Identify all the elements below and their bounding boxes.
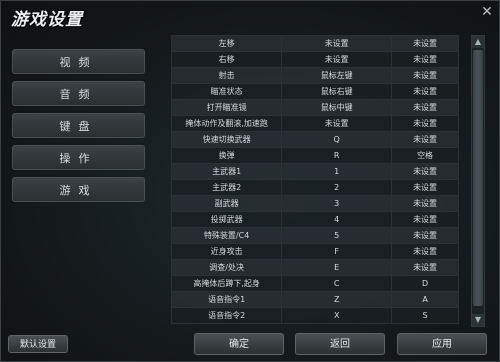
table-row: 投掷武器 4 未设置 xyxy=(171,211,459,228)
secondary-key-cell[interactable]: 未设置 xyxy=(391,163,459,180)
primary-key-cell[interactable]: C xyxy=(281,275,393,292)
secondary-key-cell[interactable]: 未设置 xyxy=(391,211,459,228)
window-title: 游戏设置 xyxy=(11,10,83,30)
primary-key-cell[interactable]: 3 xyxy=(281,195,393,212)
action-cell: 特殊装置/C4 xyxy=(171,227,283,244)
secondary-key-cell[interactable]: 未设置 xyxy=(391,67,459,84)
scrollbar[interactable]: ▲ ▼ xyxy=(471,35,485,327)
table-row: 快速切换武器 Q 未设置 xyxy=(171,131,459,148)
secondary-key-cell[interactable]: 未设置 xyxy=(391,195,459,212)
table-row: 高掩体后蹲下,起身 C D xyxy=(171,275,459,292)
default-settings-button[interactable]: 默认设置 xyxy=(8,335,68,353)
table-row: 语音指令1 Z A xyxy=(171,291,459,308)
secondary-key-cell[interactable]: A xyxy=(391,291,459,308)
primary-key-cell[interactable]: F xyxy=(281,243,393,260)
primary-key-cell[interactable]: E xyxy=(281,259,393,276)
primary-key-cell[interactable]: R xyxy=(281,147,393,164)
secondary-key-cell[interactable]: 空格 xyxy=(391,147,459,164)
sidebar-item-audio[interactable]: 音频 xyxy=(12,81,145,106)
secondary-key-cell[interactable]: 未设置 xyxy=(391,179,459,196)
sidebar-item-keyboard[interactable]: 键盘 xyxy=(12,113,145,138)
scroll-down-arrow-icon[interactable]: ▼ xyxy=(472,314,484,326)
sidebar: 视频 音频 键盘 操作 游戏 xyxy=(12,49,148,209)
action-cell: 快速切换武器 xyxy=(171,131,283,148)
table-row: 瞄准状态 鼠标右键 未设置 xyxy=(171,83,459,100)
apply-button[interactable]: 应用 xyxy=(397,333,487,355)
action-cell: 调查/处决 xyxy=(171,259,283,276)
action-cell: 语音指令2 xyxy=(171,307,283,324)
primary-key-cell[interactable]: Q xyxy=(281,131,393,148)
table-row: 副武器 3 未设置 xyxy=(171,195,459,212)
table-row: 调查/处决 E 未设置 xyxy=(171,259,459,276)
table-row: 右移 未设置 未设置 xyxy=(171,51,459,68)
secondary-key-cell[interactable]: 未设置 xyxy=(391,83,459,100)
back-button[interactable]: 返回 xyxy=(295,333,385,355)
action-cell: 主武器2 xyxy=(171,179,283,196)
action-cell: 副武器 xyxy=(171,195,283,212)
primary-key-cell[interactable]: 鼠标中键 xyxy=(281,99,393,116)
table-row: 左移 未设置 未设置 xyxy=(171,35,459,52)
primary-key-cell[interactable]: 4 xyxy=(281,211,393,228)
action-cell: 投掷武器 xyxy=(171,211,283,228)
keybind-table: 左移 未设置 未设置 右移 未设置 未设置 射击 鼠标左键 未设置 瞄准状态 鼠标右键 未设置 打开瞄准… xyxy=(171,35,459,327)
scroll-thumb[interactable] xyxy=(473,50,483,306)
primary-key-cell[interactable]: 2 xyxy=(281,179,393,196)
action-cell: 近身攻击 xyxy=(171,243,283,260)
secondary-key-cell[interactable]: 未设置 xyxy=(391,259,459,276)
primary-key-cell[interactable]: 鼠标左键 xyxy=(281,67,393,84)
sidebar-item-game[interactable]: 游戏 xyxy=(12,177,145,202)
action-cell: 高掩体后蹲下,起身 xyxy=(171,275,283,292)
table-row: 主武器2 2 未设置 xyxy=(171,179,459,196)
primary-key-cell[interactable]: 未设置 xyxy=(281,35,393,52)
secondary-key-cell[interactable]: 未设置 xyxy=(391,243,459,260)
table-row: 语音指令2 X S xyxy=(171,307,459,324)
action-cell: 左移 xyxy=(171,35,283,52)
secondary-key-cell[interactable]: 未设置 xyxy=(391,35,459,52)
sidebar-item-controls[interactable]: 操作 xyxy=(12,145,145,170)
secondary-key-cell[interactable]: S xyxy=(391,307,459,324)
secondary-key-cell[interactable]: 未设置 xyxy=(391,131,459,148)
primary-key-cell[interactable]: 未设置 xyxy=(281,115,393,132)
action-cell: 右移 xyxy=(171,51,283,68)
settings-window: 游戏设置 ✕ 视频 音频 键盘 操作 游戏 左移 未设置 未设置 右移 未设置 未设置 射击… xyxy=(0,0,500,362)
action-cell: 语音指令1 xyxy=(171,291,283,308)
scroll-up-arrow-icon[interactable]: ▲ xyxy=(472,36,484,48)
close-icon[interactable]: ✕ xyxy=(480,5,494,19)
secondary-key-cell[interactable]: 未设置 xyxy=(391,51,459,68)
table-row: 主武器1 1 未设置 xyxy=(171,163,459,180)
action-cell: 掩体动作及翻滚,加速跑 xyxy=(171,115,283,132)
table-row: 换弹 R 空格 xyxy=(171,147,459,164)
action-cell: 换弹 xyxy=(171,147,283,164)
table-row: 打开瞄准镜 鼠标中键 未设置 xyxy=(171,99,459,116)
action-cell: 瞄准状态 xyxy=(171,83,283,100)
secondary-key-cell[interactable]: 未设置 xyxy=(391,115,459,132)
table-row: 特殊装置/C4 5 未设置 xyxy=(171,227,459,244)
primary-key-cell[interactable]: Z xyxy=(281,291,393,308)
secondary-key-cell[interactable]: D xyxy=(391,275,459,292)
primary-key-cell[interactable]: 5 xyxy=(281,227,393,244)
primary-key-cell[interactable]: 1 xyxy=(281,163,393,180)
sidebar-item-video[interactable]: 视频 xyxy=(12,49,145,74)
action-cell: 射击 xyxy=(171,67,283,84)
table-row: 近身攻击 F 未设置 xyxy=(171,243,459,260)
primary-key-cell[interactable]: X xyxy=(281,307,393,324)
action-cell: 主武器1 xyxy=(171,163,283,180)
ok-button[interactable]: 确定 xyxy=(194,333,284,355)
primary-key-cell[interactable]: 鼠标右键 xyxy=(281,83,393,100)
secondary-key-cell[interactable]: 未设置 xyxy=(391,227,459,244)
table-row: 掩体动作及翻滚,加速跑 未设置 未设置 xyxy=(171,115,459,132)
table-row: 射击 鼠标左键 未设置 xyxy=(171,67,459,84)
action-cell: 打开瞄准镜 xyxy=(171,99,283,116)
primary-key-cell[interactable]: 未设置 xyxy=(281,51,393,68)
secondary-key-cell[interactable]: 未设置 xyxy=(391,99,459,116)
